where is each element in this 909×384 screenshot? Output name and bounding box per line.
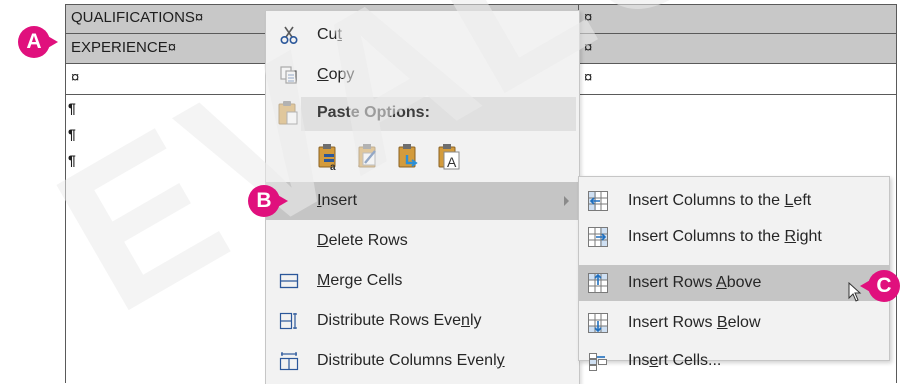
page-left-border	[65, 4, 66, 383]
insert-columns-right-icon	[587, 225, 609, 249]
label-text: elete Rows	[328, 232, 408, 249]
paragraph-mark: ¶	[68, 126, 76, 142]
insert-submenu: Insert Columns to the Left Insert Column…	[578, 176, 890, 371]
label-text: eft	[793, 192, 812, 209]
cell-qualifications[interactable]: QUALIFICATIONS¤	[71, 8, 203, 28]
cell-end-mark[interactable]: ¤	[584, 8, 592, 28]
callout-pointer	[860, 279, 872, 293]
paste-options-header: Paste Options:	[301, 97, 576, 131]
keep-text-only-icon[interactable]: A	[437, 143, 461, 171]
cell-end-mark[interactable]: ¤	[584, 68, 592, 88]
label-text: Distribute Columns Evenl	[317, 352, 497, 369]
menu-item-copy[interactable]: Copy	[266, 56, 579, 94]
merge-formatting-icon[interactable]	[357, 143, 381, 171]
label-text: rt Cells...	[658, 352, 722, 369]
svg-text:a: a	[330, 162, 336, 171]
callout-b: B	[248, 185, 288, 217]
insert-rows-below-icon	[587, 311, 609, 335]
menu-item-cut-label: Cut	[317, 25, 342, 45]
distribute-columns-icon	[279, 351, 299, 371]
submenu-item-label: Insert Rows Below	[628, 313, 761, 333]
submenu-item-insert-columns-left[interactable]: Insert Columns to the Left	[579, 183, 889, 219]
callout-b-label: B	[256, 189, 272, 212]
submenu-item-label: Insert Columns to the Left	[628, 191, 811, 211]
menu-item-distribute-columns[interactable]: Distribute Columns Evenly	[266, 342, 579, 380]
insert-columns-left-icon	[587, 189, 609, 213]
context-menu: Cut Copy Paste Options: a A Insert Delet…	[265, 10, 580, 384]
label-text: ight	[796, 228, 822, 245]
paste-as-picture-icon[interactable]	[397, 143, 421, 171]
submenu-item-label: Insert Cells...	[628, 351, 721, 371]
label-text: Ins	[628, 352, 650, 369]
label-text: opy	[328, 66, 355, 83]
submenu-arrow-icon	[564, 196, 569, 206]
submenu-item-label: Insert Columns to the Right	[628, 227, 822, 247]
cell-end-mark[interactable]: ¤	[71, 68, 79, 88]
callout-c: C	[860, 270, 900, 302]
label-accelerator: A	[716, 274, 727, 291]
insert-rows-above-icon	[587, 271, 609, 295]
cell-end-mark[interactable]: ¤	[584, 38, 592, 58]
label-accelerator: y	[496, 352, 505, 369]
submenu-item-label: Insert Rows Above	[628, 273, 761, 293]
label-accelerator: e	[649, 352, 659, 369]
paste-options-row: a A	[317, 143, 477, 173]
callout-c-label: C	[876, 274, 892, 297]
label-text: Insert Columns to the	[628, 228, 785, 245]
label-text: Cu	[317, 26, 338, 43]
callout-a: A	[18, 26, 58, 58]
label-text: ly	[469, 312, 482, 329]
label-text: elow	[727, 314, 761, 331]
table-border-top	[65, 4, 897, 5]
insert-cells-icon	[587, 349, 609, 373]
menu-item-delete-rows-label: Delete Rows	[317, 231, 408, 251]
label-accelerator: C	[317, 66, 329, 83]
label-text: Distribute Rows Eve	[317, 312, 462, 329]
paragraph-mark: ¶	[68, 152, 76, 168]
submenu-item-insert-rows-above[interactable]: Insert Rows Above	[579, 265, 889, 301]
callout-pointer	[46, 35, 58, 49]
menu-item-distribute-rows-label: Distribute Rows Evenly	[317, 311, 482, 331]
menu-item-delete-rows[interactable]: Delete Rows	[266, 222, 579, 260]
callout-a-label: A	[26, 30, 42, 53]
label-accelerator: M	[317, 272, 331, 289]
page-right-border	[896, 4, 897, 383]
submenu-item-insert-cells[interactable]: Insert Cells...	[579, 343, 889, 371]
cell-experience[interactable]: EXPERIENCE¤	[71, 38, 176, 58]
menu-item-cut[interactable]: Cut	[266, 16, 579, 54]
menu-item-insert-label: Insert	[317, 191, 357, 211]
svg-text:A: A	[447, 154, 457, 170]
distribute-rows-icon	[279, 311, 299, 331]
label-accelerator: D	[317, 232, 329, 249]
label-accelerator: t	[337, 26, 342, 43]
label-accelerator: n	[461, 312, 470, 329]
label-text: bove	[726, 274, 762, 291]
label-accelerator: B	[716, 314, 728, 331]
label-text: Insert Rows	[628, 274, 717, 291]
paste-options-label: Paste Options:	[317, 104, 430, 121]
menu-item-merge-cells[interactable]: Merge Cells	[266, 262, 579, 300]
menu-item-copy-label: Copy	[317, 65, 354, 85]
clipboard-icon	[277, 100, 299, 126]
submenu-item-insert-rows-below[interactable]: Insert Rows Below	[579, 305, 889, 341]
callout-pointer	[276, 194, 288, 208]
keep-source-formatting-icon[interactable]: a	[317, 143, 341, 173]
label-text: Insert Columns to the	[628, 192, 785, 209]
menu-item-distribute-columns-label: Distribute Columns Evenly	[317, 351, 505, 371]
label-accelerator: R	[784, 228, 797, 245]
paragraph-mark: ¶	[68, 100, 76, 116]
menu-item-distribute-rows[interactable]: Distribute Rows Evenly	[266, 302, 579, 340]
menu-item-merge-cells-label: Merge Cells	[317, 271, 402, 291]
label-text: Insert Rows	[628, 314, 717, 331]
submenu-item-insert-columns-right[interactable]: Insert Columns to the Right	[579, 219, 889, 255]
label-text: erge Cells	[330, 272, 403, 289]
scissors-icon	[279, 25, 299, 45]
copy-icon	[279, 65, 299, 85]
menu-item-insert[interactable]: Insert	[266, 182, 579, 220]
label-text: nsert	[321, 192, 358, 209]
merge-cells-icon	[279, 271, 299, 291]
